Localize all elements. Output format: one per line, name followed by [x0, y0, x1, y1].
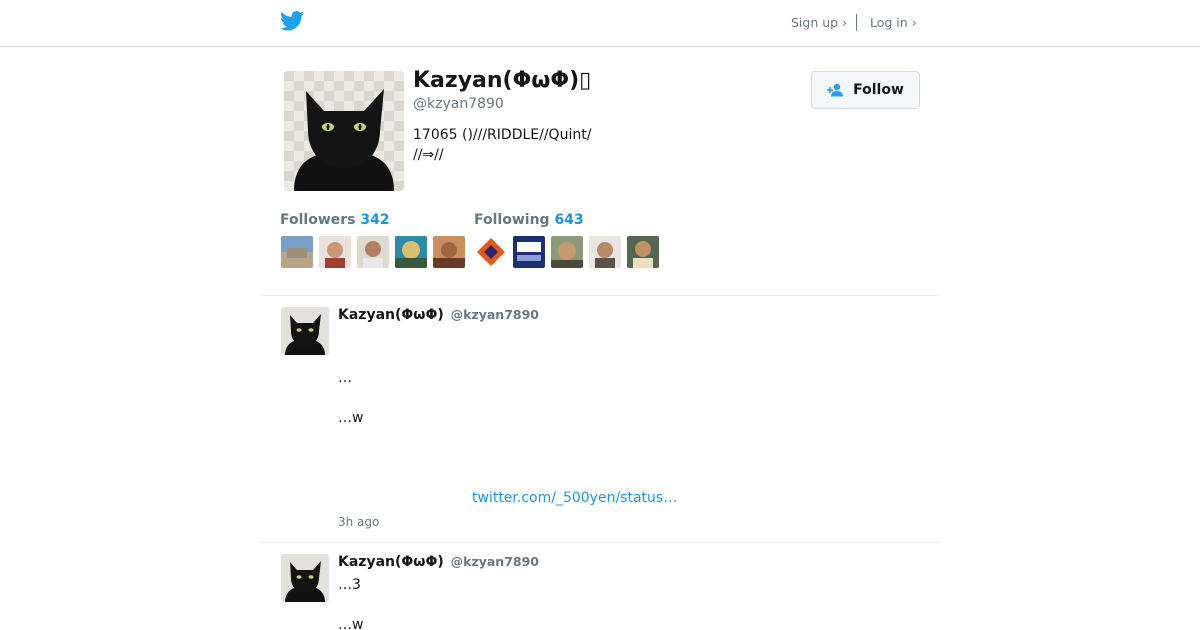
tweet-avatar[interactable] [281, 554, 329, 602]
tweet-author-handle: @kzyan7890 [450, 307, 540, 322]
black-cat-image [281, 307, 329, 355]
following-label: Following [474, 212, 550, 228]
tweet-text: … [338, 370, 352, 386]
tweet-author-name: Kazyan(ΦωΦ) [338, 307, 444, 323]
divider [260, 295, 940, 296]
profile-avatar[interactable] [284, 71, 404, 191]
tweet-text: …3 [338, 577, 361, 593]
tweet-timestamp[interactable]: 3h ago [338, 515, 379, 529]
tweet-author[interactable]: Kazyan(ΦωΦ) @kzyan7890 [338, 554, 539, 570]
following-avatar[interactable] [513, 236, 545, 268]
bio-line: 17065 ()///RIDDLE//Quint/ [413, 127, 592, 143]
following-avatars [475, 236, 659, 268]
log-in-link[interactable]: Log in › [870, 15, 917, 30]
follow-label: Follow [853, 82, 904, 98]
followers-count: 342 [360, 212, 390, 228]
followers-avatars [281, 236, 465, 268]
following-avatar[interactable] [551, 236, 583, 268]
divider [260, 542, 940, 543]
profile-handle: @kzyan7890 [413, 96, 504, 112]
follower-avatar[interactable] [319, 236, 351, 268]
profile-bio: 17065 ()///RIDDLE//Quint/ //⇒// [413, 125, 793, 165]
black-cat-image [284, 71, 404, 191]
followers-stat[interactable]: Followers 342 [280, 212, 390, 228]
follower-avatar[interactable] [395, 236, 427, 268]
sign-up-link[interactable]: Sign up › [791, 15, 847, 30]
profile-name: Kazyan(ΦωΦ)▯ [413, 68, 592, 93]
followers-label: Followers [280, 212, 356, 228]
tweet-author[interactable]: Kazyan(ΦωΦ) @kzyan7890 [338, 307, 539, 323]
tweet-author-handle: @kzyan7890 [450, 554, 540, 569]
following-avatar[interactable] [589, 236, 621, 268]
twitter-bird-icon[interactable] [280, 11, 304, 31]
divider [856, 14, 857, 31]
add-user-icon [827, 83, 844, 97]
follower-avatar[interactable] [433, 236, 465, 268]
following-stat[interactable]: Following 643 [474, 212, 584, 228]
follower-avatar[interactable] [357, 236, 389, 268]
bio-line: //⇒// [413, 147, 444, 163]
tweet-link[interactable]: twitter.com/_500yen/status… [472, 490, 677, 506]
top-bar: Sign up › Log in › [0, 0, 1200, 47]
following-count: 643 [554, 212, 584, 228]
tweet-text: …w [338, 410, 364, 426]
tweet-author-name: Kazyan(ΦωΦ) [338, 554, 444, 570]
follower-avatar[interactable] [281, 236, 313, 268]
following-avatar[interactable] [627, 236, 659, 268]
tweet-text: …w [338, 617, 364, 630]
black-cat-image [281, 554, 329, 602]
tweet-avatar[interactable] [281, 307, 329, 355]
follow-button[interactable]: Follow [811, 71, 920, 109]
following-avatar[interactable] [475, 236, 507, 268]
